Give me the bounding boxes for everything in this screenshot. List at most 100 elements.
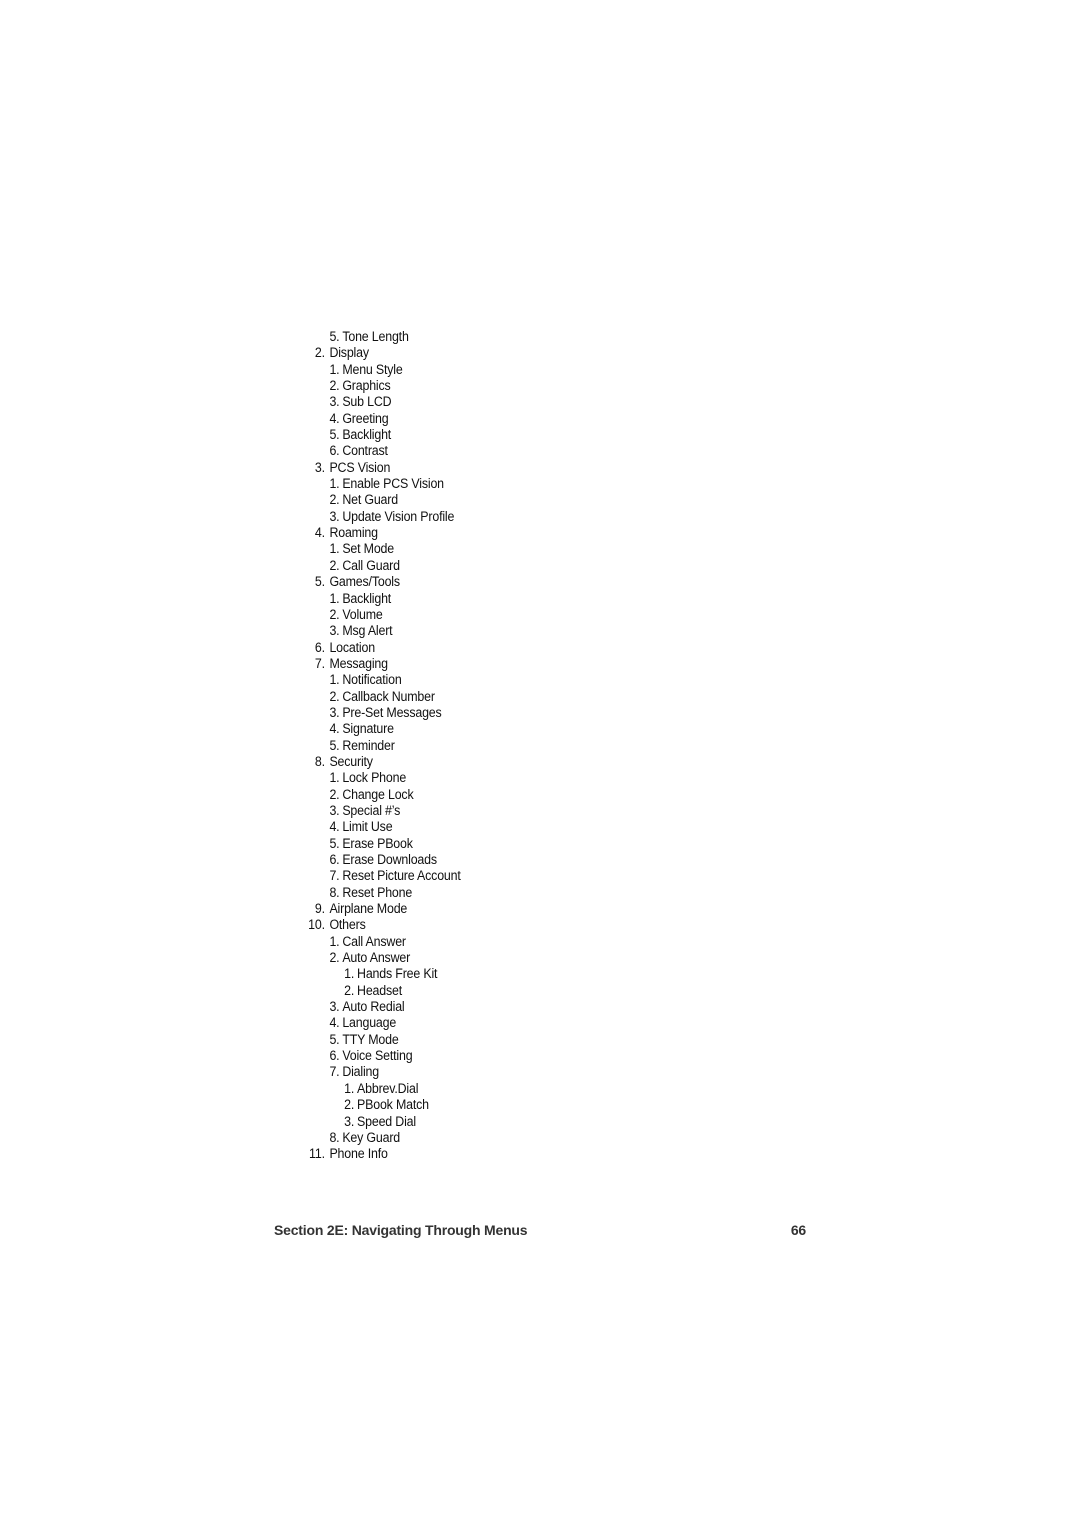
- menu-item-number: 4.: [329, 819, 340, 835]
- menu-item-number: 11.: [309, 1146, 325, 1162]
- menu-item-label: Special #’s: [342, 802, 401, 818]
- menu-item-number: 2.: [329, 378, 340, 394]
- menu-item-number: 3.: [329, 704, 340, 720]
- menu-item-label: Call Guard: [342, 557, 400, 573]
- menu-item-label: Reminder: [342, 737, 395, 753]
- menu-item-label: Backlight: [342, 590, 392, 606]
- menu-item-label: Language: [342, 1015, 397, 1031]
- menu-item-label: Phone Info: [329, 1146, 388, 1162]
- menu-item-number: 1.: [329, 933, 340, 949]
- menu-item-label: Call Answer: [342, 933, 406, 949]
- section-title: Section 2E: Navigating Through Menus: [274, 1222, 528, 1238]
- menu-item-label: Menu Style: [342, 361, 403, 377]
- menu-item-label: Games/Tools: [329, 574, 400, 590]
- menu-item-number: 10.: [308, 917, 325, 933]
- menu-item-label: Airplane Mode: [329, 901, 408, 917]
- menu-item-number: 5.: [329, 427, 340, 443]
- menu-item-label: TTY Mode: [342, 1031, 399, 1047]
- menu-item-label: Auto Redial: [342, 999, 405, 1015]
- menu-item-number: 4.: [329, 410, 340, 426]
- menu-item-label: Headset: [357, 982, 403, 998]
- menu-item-number: 1.: [329, 672, 340, 688]
- menu-item-number: 3.: [314, 459, 325, 475]
- menu-item-number: 7.: [314, 655, 325, 671]
- menu-item-number: 9.: [314, 901, 325, 917]
- menu-item-number: 5.: [314, 574, 325, 590]
- menu-item-label: Dialing: [342, 1064, 380, 1080]
- menu-item-label: Pre-Set Messages: [342, 704, 442, 720]
- menu-item-number: 1.: [329, 361, 340, 377]
- menu-item-label: Lock Phone: [342, 770, 407, 786]
- menu-item-number: 1.: [329, 476, 340, 492]
- menu-item-number: 3.: [329, 999, 340, 1015]
- menu-item-label: Abbrev.Dial: [357, 1080, 419, 1096]
- menu-item-number: 8.: [329, 1129, 340, 1145]
- menu-item-label: Notification: [342, 672, 402, 688]
- menu-item-label: Reset Picture Account: [342, 868, 461, 884]
- menu-item-number: 3.: [329, 394, 340, 410]
- menu-item-label: Graphics: [342, 378, 391, 394]
- menu-item-number: 6.: [329, 443, 340, 459]
- menu-item-label: Update Vision Profile: [342, 508, 455, 524]
- menu-item-label: Display: [329, 345, 369, 361]
- page-number: 66: [790, 1222, 806, 1238]
- menu-item-number: 3.: [329, 802, 340, 818]
- menu-item-number: 1.: [344, 966, 355, 982]
- menu-item-label: Enable PCS Vision: [342, 476, 444, 492]
- menu-item-label: Erase PBook: [342, 835, 413, 851]
- menu-item-number: 3.: [329, 508, 340, 524]
- menu-item-number: 1.: [329, 590, 340, 606]
- menu-item-label: Auto Answer: [342, 950, 411, 966]
- menu-item-label: Messaging: [329, 655, 388, 671]
- menu-item-number: 2.: [329, 688, 340, 704]
- menu-item-label: Change Lock: [342, 786, 414, 802]
- menu-item-label: Sub LCD: [342, 394, 392, 410]
- menu-item-label: Contrast: [342, 443, 388, 459]
- menu-item-label: Callback Number: [342, 688, 435, 704]
- page-footer: Section 2E: Navigating Through Menus 66: [274, 1222, 806, 1242]
- menu-item-label: Erase Downloads: [342, 852, 437, 867]
- menu-item-number: 2.: [314, 345, 325, 361]
- menu-item-number: 7.: [329, 868, 340, 884]
- menu-item-number: 5.: [329, 835, 340, 851]
- menu-item-number: 2.: [329, 492, 340, 508]
- menu-item-number: 8.: [329, 884, 340, 900]
- menu-item-label: Security: [329, 753, 373, 769]
- menu-item-label: Tone Length: [342, 329, 409, 344]
- menu-item-label: Location: [329, 639, 375, 655]
- menu-item-number: 1.: [329, 770, 340, 786]
- menu-item-number: 2.: [344, 982, 355, 998]
- menu-item-number: 1.: [329, 541, 340, 557]
- menu-item-label: Voice Setting: [342, 1048, 413, 1064]
- menu-item-number: 2.: [329, 606, 340, 622]
- menu-item-number: 5.: [329, 1031, 340, 1047]
- menu-item-number: 3.: [329, 623, 340, 639]
- menu-item-number: 4.: [329, 1015, 340, 1031]
- menu-item-label: Net Guard: [342, 492, 398, 508]
- menu-item-label: Key Guard: [342, 1129, 401, 1145]
- menu-item-label: Roaming: [329, 525, 378, 541]
- menu-item-label: Reset Phone: [342, 884, 413, 900]
- menu-item-number: 1.: [344, 1080, 355, 1096]
- menu-item-number: 4.: [314, 525, 325, 541]
- menu-item-number: 2.: [344, 1097, 355, 1113]
- menu-item-label: Backlight: [342, 427, 392, 443]
- menu-item-label: Volume: [342, 606, 383, 622]
- menu-item-number: 6.: [329, 852, 340, 867]
- menu-item-label: PCS Vision: [329, 459, 391, 475]
- menu-item-label: Signature: [342, 721, 394, 737]
- menu-item-number: 5.: [329, 329, 340, 344]
- menu-item-number: 2.: [329, 557, 340, 573]
- menu-item-label: Set Mode: [342, 541, 395, 557]
- menu-item-number: 8.: [314, 753, 325, 769]
- menu-item-label: Greeting: [342, 410, 389, 426]
- menu-item-number: 2.: [329, 950, 340, 966]
- menu-item-number: 3.: [344, 1113, 355, 1129]
- menu-item-label: PBook Match: [357, 1097, 429, 1113]
- menu-item-label: Msg Alert: [342, 623, 393, 639]
- menu-item-number: 7.: [329, 1064, 340, 1080]
- menu-item-label: Hands Free Kit: [357, 966, 438, 982]
- menu-item-number: 6.: [329, 1048, 340, 1064]
- menu-item-label: Speed Dial: [357, 1113, 416, 1129]
- menu-item-number: 5.: [329, 737, 340, 753]
